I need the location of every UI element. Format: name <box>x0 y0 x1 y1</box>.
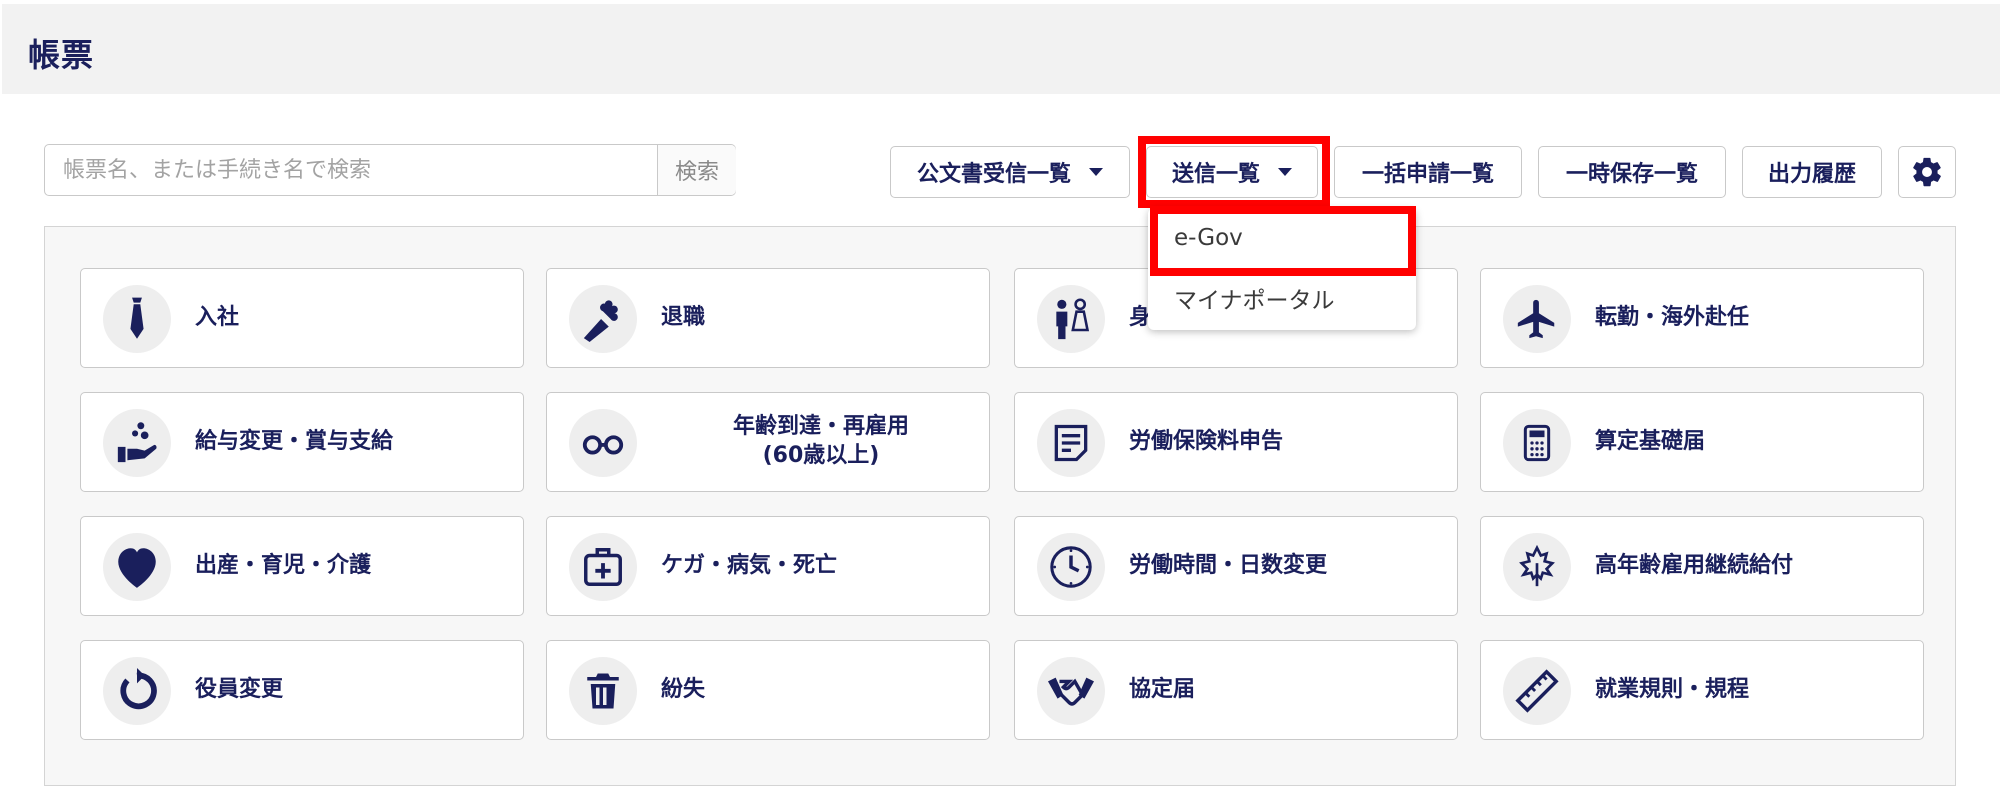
card-kyuyo[interactable]: 給与変更・賞与支給 <box>80 392 524 492</box>
document-icon <box>1054 424 1088 462</box>
card-konenrei[interactable]: 高年齢雇用継続給付 <box>1480 516 1924 616</box>
card-label: ケガ・病気・死亡 <box>661 552 838 578</box>
card-yakuin[interactable]: 役員変更 <box>80 640 524 740</box>
card-label-sub: (60歳以上) <box>762 443 880 468</box>
received-docs-dropdown-button[interactable]: 公文書受信一覧 <box>890 146 1130 198</box>
icon-circle <box>569 533 637 601</box>
output-history-label: 出力履歴 <box>1767 162 1856 187</box>
batch-list-label: 一括申請一覧 <box>1361 162 1494 187</box>
card-funshitsu[interactable]: 紛失 <box>546 640 990 740</box>
search-input[interactable] <box>45 145 657 195</box>
glasses-icon <box>582 435 624 455</box>
output-history-button[interactable]: 出力履歴 <box>1742 146 1882 198</box>
page-title: 帳票 <box>28 36 95 74</box>
card-taishoku[interactable]: 退職 <box>546 268 990 368</box>
card-label: 転勤・海外赴任 <box>1595 304 1750 330</box>
card-rodo-jikan[interactable]: 労働時間・日数変更 <box>1014 516 1458 616</box>
received-docs-label: 公文書受信一覧 <box>916 162 1071 187</box>
clock-icon <box>1050 546 1092 588</box>
card-tenkin[interactable]: 転勤・海外赴任 <box>1480 268 1924 368</box>
icon-circle <box>569 285 637 353</box>
maple-leaf-icon <box>1519 544 1555 587</box>
card-label: 就業規則・規程 <box>1595 676 1750 702</box>
trash-icon <box>587 673 619 709</box>
ruler-icon <box>1515 669 1559 713</box>
icon-circle <box>1037 409 1105 477</box>
icon-circle <box>569 657 637 725</box>
icon-circle <box>103 533 171 601</box>
tie-icon <box>130 297 144 339</box>
card-kyotei[interactable]: 協定届 <box>1014 640 1458 740</box>
icon-circle <box>1503 657 1571 725</box>
card-nyusha[interactable]: 入社 <box>80 268 524 368</box>
chevron-down-icon <box>1278 168 1292 176</box>
search-button[interactable]: 検索 <box>657 145 736 195</box>
bouquet-icon <box>583 300 618 342</box>
card-label: 年齢到達・再雇用 <box>732 414 909 440</box>
card-label: 算定基礎届 <box>1595 428 1706 454</box>
card-label: 紛失 <box>661 676 706 702</box>
card-label: 出産・育児・介護 <box>195 552 372 578</box>
dropdown-item-egov[interactable]: e-Gov <box>1148 208 1416 268</box>
settings-button[interactable] <box>1898 146 1956 198</box>
gear-icon <box>1913 157 1941 187</box>
card-label: 役員変更 <box>195 676 284 702</box>
icon-circle <box>1503 409 1571 477</box>
temp-saved-label: 一時保存一覧 <box>1565 162 1698 187</box>
card-nenrei[interactable]: 年齢到達・再雇用 (60歳以上) <box>546 392 990 492</box>
batch-list-button[interactable]: 一括申請一覧 <box>1334 146 1522 198</box>
card-label-multiline: 年齢到達・再雇用 (60歳以上) <box>661 393 981 491</box>
card-label: 入社 <box>195 304 240 330</box>
card-rodo-hoken[interactable]: 労働保険料申告 <box>1014 392 1458 492</box>
icon-circle <box>1503 285 1571 353</box>
card-label: 協定届 <box>1129 676 1196 702</box>
card-label: 退職 <box>661 304 706 330</box>
sent-list-dropdown-menu: e-Gov マイナポータル <box>1148 208 1416 330</box>
temp-saved-button[interactable]: 一時保存一覧 <box>1538 146 1726 198</box>
sent-list-dropdown-button[interactable]: 送信一覧 <box>1146 146 1318 198</box>
handshake-icon <box>1048 677 1094 706</box>
card-shussan[interactable]: 出産・育児・介護 <box>80 516 524 616</box>
icon-circle <box>1037 285 1105 353</box>
icon-circle <box>103 409 171 477</box>
dropdown-item-mynaportal[interactable]: マイナポータル <box>1148 268 1416 328</box>
card-label: 給与変更・賞与支給 <box>195 428 394 454</box>
icon-circle <box>569 409 637 477</box>
icon-circle <box>103 657 171 725</box>
chevron-down-icon <box>1089 168 1103 176</box>
icon-circle <box>1037 657 1105 725</box>
card-label: 労働時間・日数変更 <box>1129 552 1328 578</box>
card-label: 高年齢雇用継続給付 <box>1595 552 1794 578</box>
couple-icon <box>1056 298 1090 340</box>
first-aid-icon <box>584 548 622 586</box>
icon-circle <box>103 285 171 353</box>
icon-circle <box>1503 533 1571 601</box>
calculator-icon <box>1523 424 1551 462</box>
page-header: 帳票 <box>2 4 2000 94</box>
card-label: 労働保険料申告 <box>1129 428 1284 454</box>
airplane-icon <box>1517 299 1555 339</box>
hand-coins-icon <box>117 422 157 463</box>
card-santei[interactable]: 算定基礎届 <box>1480 392 1924 492</box>
icon-circle <box>1037 533 1105 601</box>
search-box: 検索 <box>44 144 736 196</box>
heart-icon <box>118 548 156 588</box>
card-shugyo-kisoku[interactable]: 就業規則・規程 <box>1480 640 1924 740</box>
refresh-icon <box>120 668 157 710</box>
card-kega[interactable]: ケガ・病気・死亡 <box>546 516 990 616</box>
sent-list-label: 送信一覧 <box>1171 162 1260 187</box>
